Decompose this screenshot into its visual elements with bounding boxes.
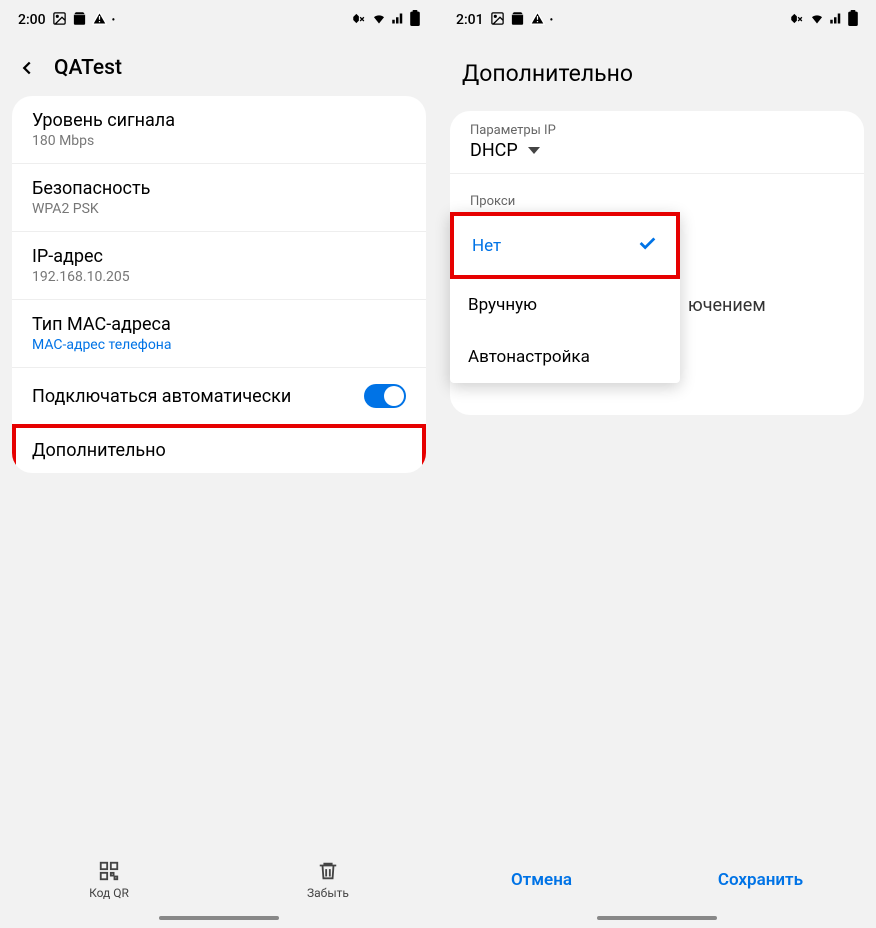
chevron-down-icon (528, 147, 540, 154)
dot-icon: • (550, 15, 554, 26)
option-label: Нет (472, 236, 501, 256)
nav-indicator[interactable] (597, 916, 717, 920)
proxy-option-manual[interactable]: Вручную (450, 279, 680, 331)
wifi-icon (371, 11, 387, 30)
warning-icon (530, 11, 545, 30)
status-left: 2:00 • (18, 11, 115, 30)
proxy-option-none[interactable]: Нет (450, 212, 680, 279)
trash-icon (317, 860, 339, 882)
forget-action[interactable]: Забыть (307, 860, 349, 900)
status-time: 2:00 (18, 12, 46, 28)
wifi-icon (809, 11, 825, 30)
footer-buttons: Отмена Сохранить (438, 860, 876, 900)
dropdown-value: DHCP (470, 140, 518, 161)
row-subtitle: 180 Mbps (32, 133, 406, 149)
option-label: Вручную (468, 295, 537, 315)
ip-params-section: Параметры IP DHCP (450, 111, 864, 165)
row-link: MAC-адрес телефона (32, 337, 406, 353)
action-label: Забыть (307, 886, 349, 900)
security-row[interactable]: Безопасность WPA2 PSK (12, 164, 426, 232)
page-title: Дополнительно (462, 60, 852, 87)
ip-address-row[interactable]: IP-адрес 192.168.10.205 (12, 232, 426, 300)
header: Дополнительно (438, 40, 876, 111)
qr-icon (98, 860, 120, 882)
network-details-card: Уровень сигнала 180 Mbps Безопасность WP… (12, 96, 426, 473)
warning-icon (92, 11, 107, 30)
save-button[interactable]: Сохранить (698, 860, 823, 900)
check-icon (636, 232, 658, 259)
phone-right: 2:01 • Дополнительно Параметры IP DHCP (438, 0, 876, 928)
phone-left: 2:00 • QATest Уровень сигнала 180 Mbps Б… (0, 0, 438, 928)
row-title: Подключаться автоматически (32, 386, 291, 407)
signal-strength-row[interactable]: Уровень сигнала 180 Mbps (12, 96, 426, 164)
status-right (352, 10, 420, 30)
page-title: QATest (54, 56, 122, 80)
status-bar: 2:01 • (438, 0, 876, 40)
battery-icon (410, 10, 420, 30)
switch-thumb (384, 386, 404, 406)
action-label: Код QR (89, 886, 129, 900)
proxy-dropdown-popup: Нет Вручную Автонастройка (450, 212, 680, 383)
mac-type-row[interactable]: Тип MAC-адреса MAC-адрес телефона (12, 300, 426, 368)
form-label: Параметры IP (470, 123, 844, 138)
row-subtitle: WPA2 PSK (32, 201, 406, 217)
obscured-text: ючением (688, 295, 766, 316)
bottom-actions: Код QR Забыть (0, 860, 438, 900)
divider (450, 173, 864, 174)
header: QATest (0, 40, 438, 96)
status-bar: 2:00 • (0, 0, 438, 40)
mute-icon (352, 11, 367, 30)
back-icon[interactable] (16, 57, 38, 79)
row-title: Уровень сигнала (32, 110, 406, 131)
signal-icon (391, 11, 406, 30)
row-title: IP-адрес (32, 246, 406, 267)
row-subtitle: 192.168.10.205 (32, 269, 406, 285)
status-time: 2:01 (456, 12, 484, 28)
proxy-section: Прокси (450, 182, 864, 215)
status-right (790, 10, 858, 30)
dot-icon: • (112, 15, 116, 26)
ip-params-dropdown[interactable]: DHCP (470, 140, 844, 161)
advanced-row[interactable]: Дополнительно (12, 424, 426, 473)
row-title: Тип MAC-адреса (32, 314, 406, 335)
image-icon (52, 11, 67, 30)
bag-icon (510, 11, 525, 30)
auto-connect-row[interactable]: Подключаться автоматически (12, 368, 426, 424)
row-title: Безопасность (32, 178, 406, 199)
qr-action[interactable]: Код QR (89, 860, 129, 900)
cancel-button[interactable]: Отмена (491, 860, 592, 900)
battery-icon (848, 10, 858, 30)
auto-connect-toggle[interactable] (364, 384, 406, 408)
proxy-option-auto[interactable]: Автонастройка (450, 331, 680, 383)
signal-icon (829, 11, 844, 30)
image-icon (490, 11, 505, 30)
option-label: Автонастройка (468, 347, 590, 367)
form-label: Прокси (470, 194, 844, 209)
bag-icon (72, 11, 87, 30)
mute-icon (790, 11, 805, 30)
status-left: 2:01 • (456, 11, 553, 30)
row-title: Дополнительно (32, 440, 406, 461)
nav-indicator[interactable] (159, 916, 279, 920)
